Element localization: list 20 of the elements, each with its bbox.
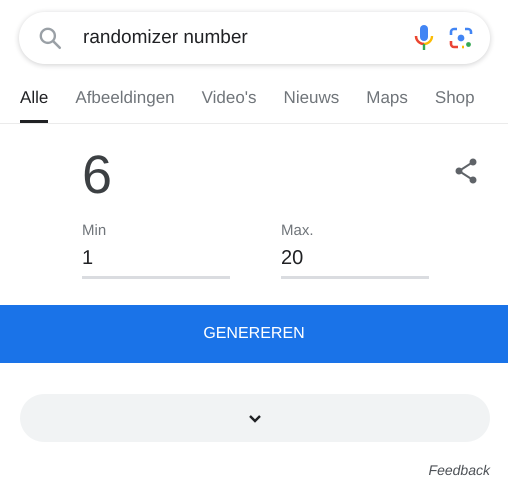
search-field[interactable]: randomizer number [77,27,400,49]
random-number: 6 [82,144,112,206]
tab[interactable]: Nieuws [284,84,340,123]
share-icon[interactable] [454,158,478,184]
search-bar[interactable]: randomizer number [19,12,490,64]
field-label: Min [82,222,108,239]
search-icon[interactable] [37,25,63,51]
tab[interactable]: Afbeeldingen [75,84,175,123]
chevron-down-icon [248,414,262,422]
tab[interactable]: Maps [366,84,408,123]
generate-button[interactable]: GENEREREN [0,305,508,363]
microphone-icon[interactable] [414,24,434,52]
feedback-link[interactable]: Feedback [428,462,490,478]
field-label: Max. [281,222,315,239]
tab[interactable]: Shop [434,84,475,123]
tab[interactable]: Video's [202,84,257,123]
tab[interactable]: Alle [20,84,48,123]
number-field[interactable]: 20 [281,239,429,279]
number-field[interactable]: 1 [82,239,230,279]
camera-icon[interactable] [448,25,474,51]
